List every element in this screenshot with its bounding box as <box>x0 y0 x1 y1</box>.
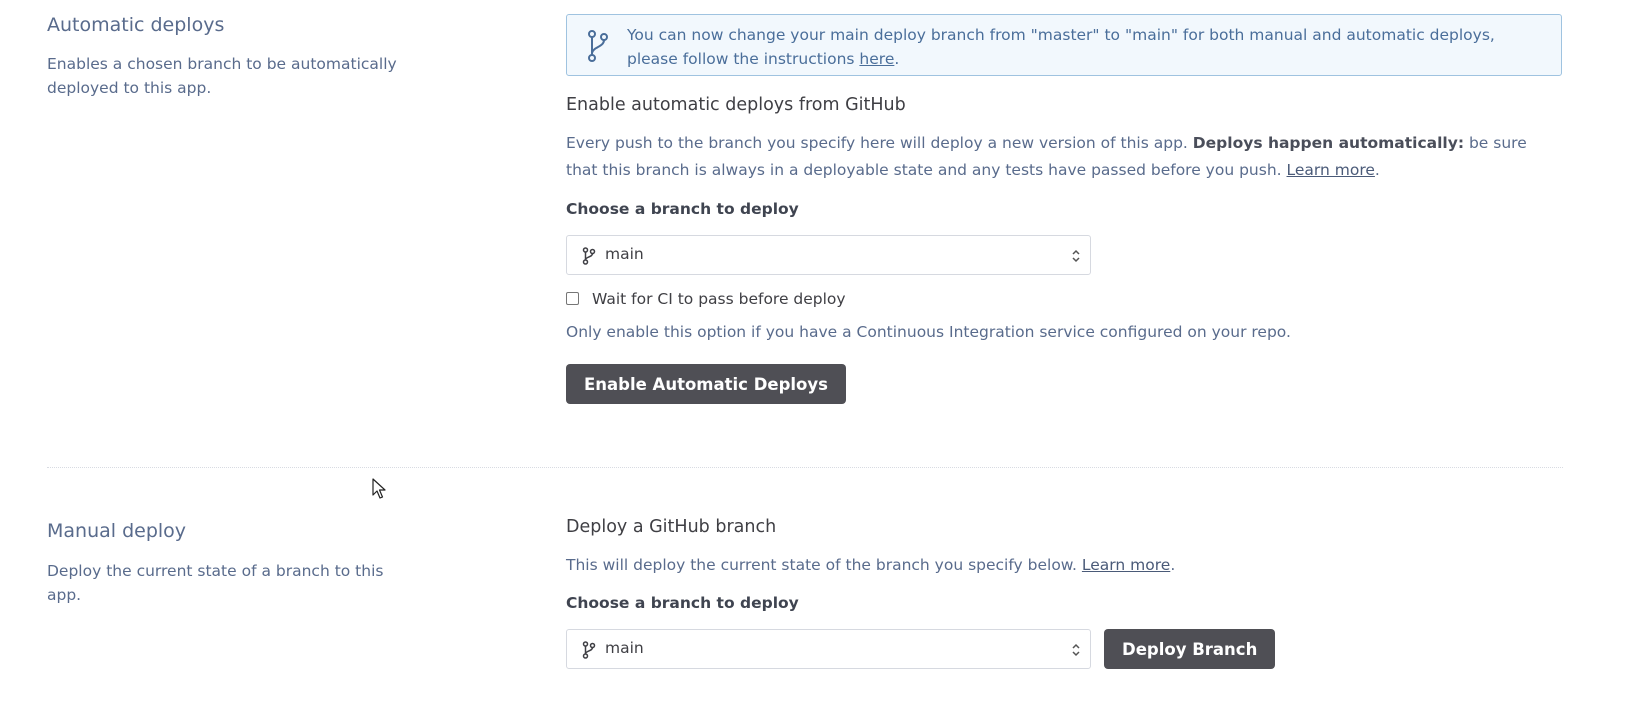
banner-here-link[interactable]: here <box>859 50 894 68</box>
git-branch-icon <box>582 247 596 265</box>
section-divider <box>47 467 1563 468</box>
ci-note: Only enable this option if you have a Co… <box>566 323 1291 341</box>
banner-message: You can now change your main deploy bran… <box>627 23 1541 71</box>
auto-branch-value: main <box>605 245 644 263</box>
git-branch-icon <box>582 641 596 659</box>
manual-para: This will deploy the current state of th… <box>566 556 1082 574</box>
banner-text: You can now change your main deploy bran… <box>627 26 1495 68</box>
chevron-up-down-icon <box>1072 249 1080 263</box>
manual-learn-more-link[interactable]: Learn more <box>1082 556 1170 574</box>
manual-para-period: . <box>1170 556 1176 574</box>
auto-para-bold: Deploys happen automatically: <box>1192 134 1465 152</box>
manual-branch-value: main <box>605 639 644 657</box>
deploy-branch-button[interactable]: Deploy Branch <box>1104 629 1276 669</box>
auto-para-start: Every push to the branch you specify her… <box>566 134 1193 152</box>
wait-for-ci-label[interactable]: Wait for CI to pass before deploy <box>592 290 846 308</box>
automatic-deploys-title: Automatic deploys <box>47 14 225 36</box>
wait-for-ci-checkbox[interactable] <box>566 292 579 305</box>
manual-branch-select[interactable]: main <box>566 629 1091 669</box>
deploy-settings-page: Automatic deploys Enables a chosen branc… <box>0 0 1626 705</box>
manual-deploy-title: Manual deploy <box>47 520 187 542</box>
mouse-pointer-icon <box>372 478 386 499</box>
branch-change-info-banner: You can now change your main deploy bran… <box>566 14 1562 76</box>
manual-deploy-explanation: This will deploy the current state of th… <box>566 552 1556 579</box>
manual-branch-label: Choose a branch to deploy <box>566 594 799 612</box>
auto-branch-label: Choose a branch to deploy <box>566 200 799 218</box>
manual-deploy-description: Deploy the current state of a branch to … <box>47 562 384 604</box>
chevron-up-down-icon <box>1072 643 1080 657</box>
automatic-deploys-description: Enables a chosen branch to be automatica… <box>47 55 397 97</box>
auto-deploy-explanation: Every push to the branch you specify her… <box>566 130 1556 184</box>
auto-para-period: . <box>1374 161 1380 179</box>
banner-text-end: . <box>894 50 900 68</box>
auto-branch-select[interactable]: main <box>566 235 1091 275</box>
enable-automatic-deploys-button[interactable]: Enable Automatic Deploys <box>566 364 846 404</box>
manual-deploy-heading: Deploy a GitHub branch <box>566 517 777 537</box>
git-branch-icon <box>588 30 608 62</box>
auto-learn-more-link[interactable]: Learn more <box>1287 161 1375 179</box>
auto-deploy-heading: Enable automatic deploys from GitHub <box>566 95 906 115</box>
